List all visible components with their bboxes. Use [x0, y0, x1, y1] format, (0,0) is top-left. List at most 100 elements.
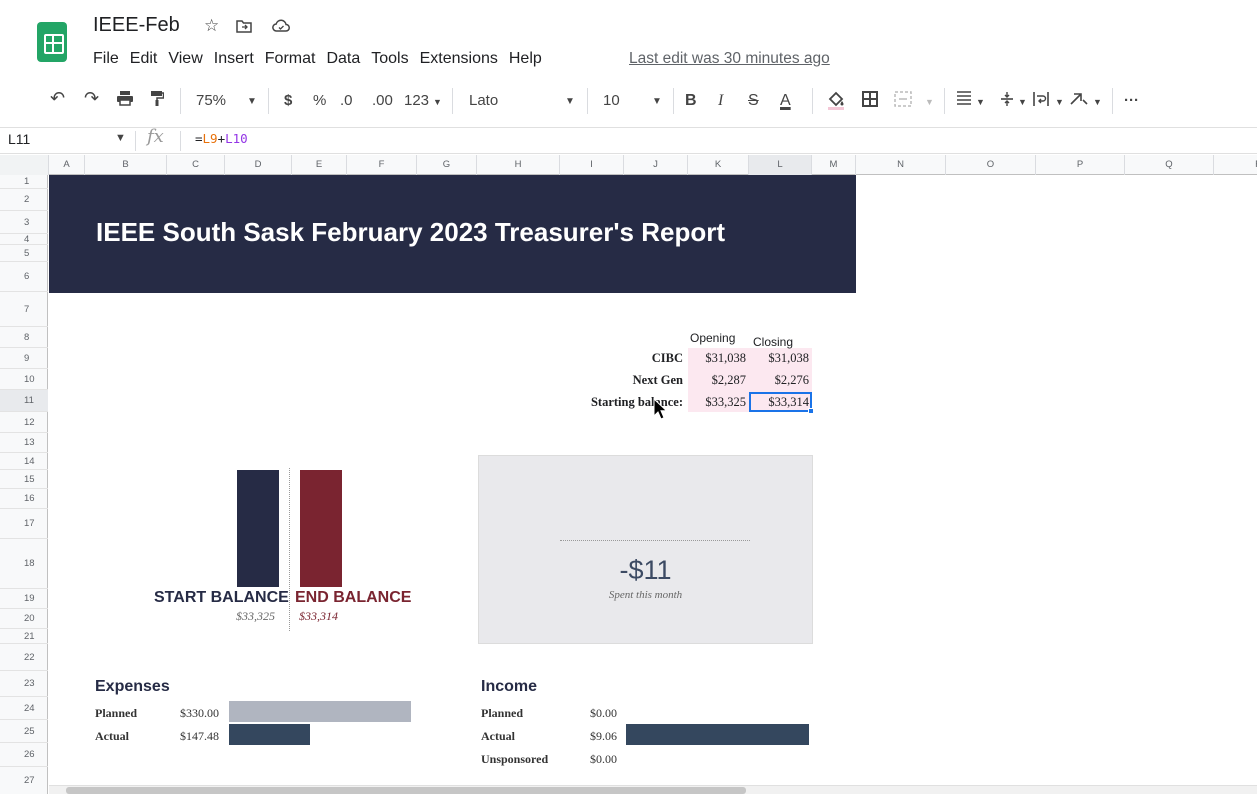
- income-planned-value[interactable]: $0.00: [590, 706, 617, 721]
- row-header[interactable]: 2: [0, 189, 48, 211]
- col-header-f[interactable]: F: [347, 155, 417, 175]
- vertical-align-icon[interactable]: [1000, 91, 1014, 111]
- redo-icon[interactable]: ↷: [84, 88, 99, 109]
- row-header[interactable]: 22: [0, 644, 48, 671]
- row-header[interactable]: 3: [0, 211, 48, 234]
- chevron-down-icon[interactable]: ▼: [1018, 97, 1027, 107]
- chevron-down-icon[interactable]: ▼: [115, 132, 126, 144]
- sheets-logo-icon[interactable]: [37, 22, 67, 62]
- row-header[interactable]: 14: [0, 453, 48, 470]
- col-header-p[interactable]: P: [1036, 155, 1125, 175]
- horizontal-scrollbar-thumb[interactable]: [66, 787, 746, 794]
- undo-icon[interactable]: ↶: [50, 88, 65, 109]
- row-header[interactable]: 13: [0, 433, 48, 453]
- menu-help[interactable]: Help: [509, 50, 542, 68]
- chevron-down-icon[interactable]: ▼: [976, 97, 985, 107]
- italic-button[interactable]: I: [718, 92, 723, 110]
- expenses-actual-value[interactable]: $147.48: [180, 729, 219, 744]
- horizontal-align-icon[interactable]: [956, 91, 972, 109]
- chevron-down-icon[interactable]: ▼: [1093, 97, 1102, 107]
- last-edit-link[interactable]: Last edit was 30 minutes ago: [629, 50, 830, 68]
- row-header[interactable]: 15: [0, 470, 48, 489]
- row-header[interactable]: 8: [0, 327, 48, 348]
- col-header-g[interactable]: G: [417, 155, 477, 175]
- row-header[interactable]: 18: [0, 539, 48, 589]
- more-options-button[interactable]: ···: [1124, 92, 1139, 109]
- col-header-j[interactable]: J: [624, 155, 688, 175]
- chevron-down-icon[interactable]: ▼: [1055, 97, 1064, 107]
- col-header-l[interactable]: L: [749, 155, 812, 175]
- menu-view[interactable]: View: [168, 50, 202, 68]
- fill-color-icon[interactable]: [827, 90, 845, 114]
- menu-data[interactable]: Data: [326, 50, 360, 68]
- row-header[interactable]: 1: [0, 175, 48, 189]
- start-balance-bar[interactable]: [237, 470, 279, 587]
- row-header[interactable]: 26: [0, 743, 48, 767]
- menu-file[interactable]: File: [93, 50, 119, 68]
- menu-insert[interactable]: Insert: [214, 50, 254, 68]
- select-all-corner[interactable]: [0, 155, 49, 175]
- income-actual-value[interactable]: $9.06: [590, 729, 617, 744]
- more-formats-button[interactable]: 123: [404, 92, 429, 109]
- row-header[interactable]: 12: [0, 412, 48, 433]
- cibc-closing[interactable]: $31,038: [749, 351, 809, 366]
- row-header[interactable]: 9: [0, 348, 48, 369]
- increase-decimal-button[interactable]: .00: [372, 92, 393, 109]
- strikethrough-button[interactable]: S: [748, 92, 759, 110]
- chevron-down-icon[interactable]: ▼: [433, 97, 442, 107]
- menu-tools[interactable]: Tools: [371, 50, 408, 68]
- text-wrapping-icon[interactable]: [1032, 91, 1050, 111]
- document-title[interactable]: IEEE-Feb: [93, 14, 180, 37]
- row-header[interactable]: 7: [0, 292, 48, 327]
- row-header[interactable]: 16: [0, 489, 48, 509]
- name-box[interactable]: L11: [8, 131, 30, 147]
- menu-edit[interactable]: Edit: [130, 50, 158, 68]
- selected-cell-l11[interactable]: [749, 392, 812, 412]
- cloud-status-icon[interactable]: [272, 18, 290, 38]
- row-header[interactable]: 21: [0, 629, 48, 644]
- row-header[interactable]: 10: [0, 369, 48, 390]
- bold-button[interactable]: B: [685, 92, 697, 110]
- percent-format-button[interactable]: %: [313, 92, 326, 109]
- starting-opening[interactable]: $33,325: [688, 395, 746, 410]
- chevron-down-icon[interactable]: ▼: [652, 96, 662, 107]
- row-header[interactable]: 4: [0, 234, 48, 245]
- col-header-q[interactable]: Q: [1125, 155, 1214, 175]
- chevron-down-icon[interactable]: ▼: [925, 97, 934, 107]
- col-header-o[interactable]: O: [946, 155, 1036, 175]
- col-header-m[interactable]: M: [812, 155, 856, 175]
- col-header-i[interactable]: I: [560, 155, 624, 175]
- row-header[interactable]: 20: [0, 609, 48, 629]
- closing-header[interactable]: Closing: [753, 335, 793, 349]
- col-header-e[interactable]: E: [292, 155, 347, 175]
- decrease-decimal-button[interactable]: .0: [340, 92, 353, 109]
- row-header[interactable]: 23: [0, 671, 48, 697]
- income-unsponsored-value[interactable]: $0.00: [590, 752, 617, 767]
- spent-card[interactable]: [478, 455, 813, 644]
- fill-handle[interactable]: [808, 408, 814, 414]
- formula-input[interactable]: =L9+L10: [195, 131, 248, 146]
- nextgen-closing[interactable]: $2,276: [749, 373, 809, 388]
- font-size-select[interactable]: 10: [603, 92, 620, 109]
- row-header[interactable]: 17: [0, 509, 48, 539]
- col-header-n[interactable]: N: [856, 155, 946, 175]
- nextgen-opening[interactable]: $2,287: [688, 373, 746, 388]
- nextgen-label[interactable]: Next Gen: [560, 373, 683, 388]
- col-header-h[interactable]: H: [477, 155, 560, 175]
- menu-format[interactable]: Format: [265, 50, 316, 68]
- end-balance-bar[interactable]: [300, 470, 342, 587]
- menu-extensions[interactable]: Extensions: [420, 50, 498, 68]
- expenses-planned-value[interactable]: $330.00: [180, 706, 219, 721]
- currency-format-button[interactable]: $: [284, 92, 292, 109]
- row-header[interactable]: 25: [0, 720, 48, 743]
- cibc-label[interactable]: CIBC: [560, 351, 683, 366]
- row-header[interactable]: 5: [0, 245, 48, 262]
- row-header[interactable]: 19: [0, 589, 48, 609]
- chevron-down-icon[interactable]: ▼: [565, 96, 575, 107]
- text-rotation-icon[interactable]: [1069, 90, 1089, 110]
- zoom-select[interactable]: 75%: [196, 92, 226, 109]
- row-header[interactable]: 6: [0, 262, 48, 292]
- col-header-c[interactable]: C: [167, 155, 225, 175]
- print-icon[interactable]: [116, 90, 134, 110]
- cibc-opening[interactable]: $31,038: [688, 351, 746, 366]
